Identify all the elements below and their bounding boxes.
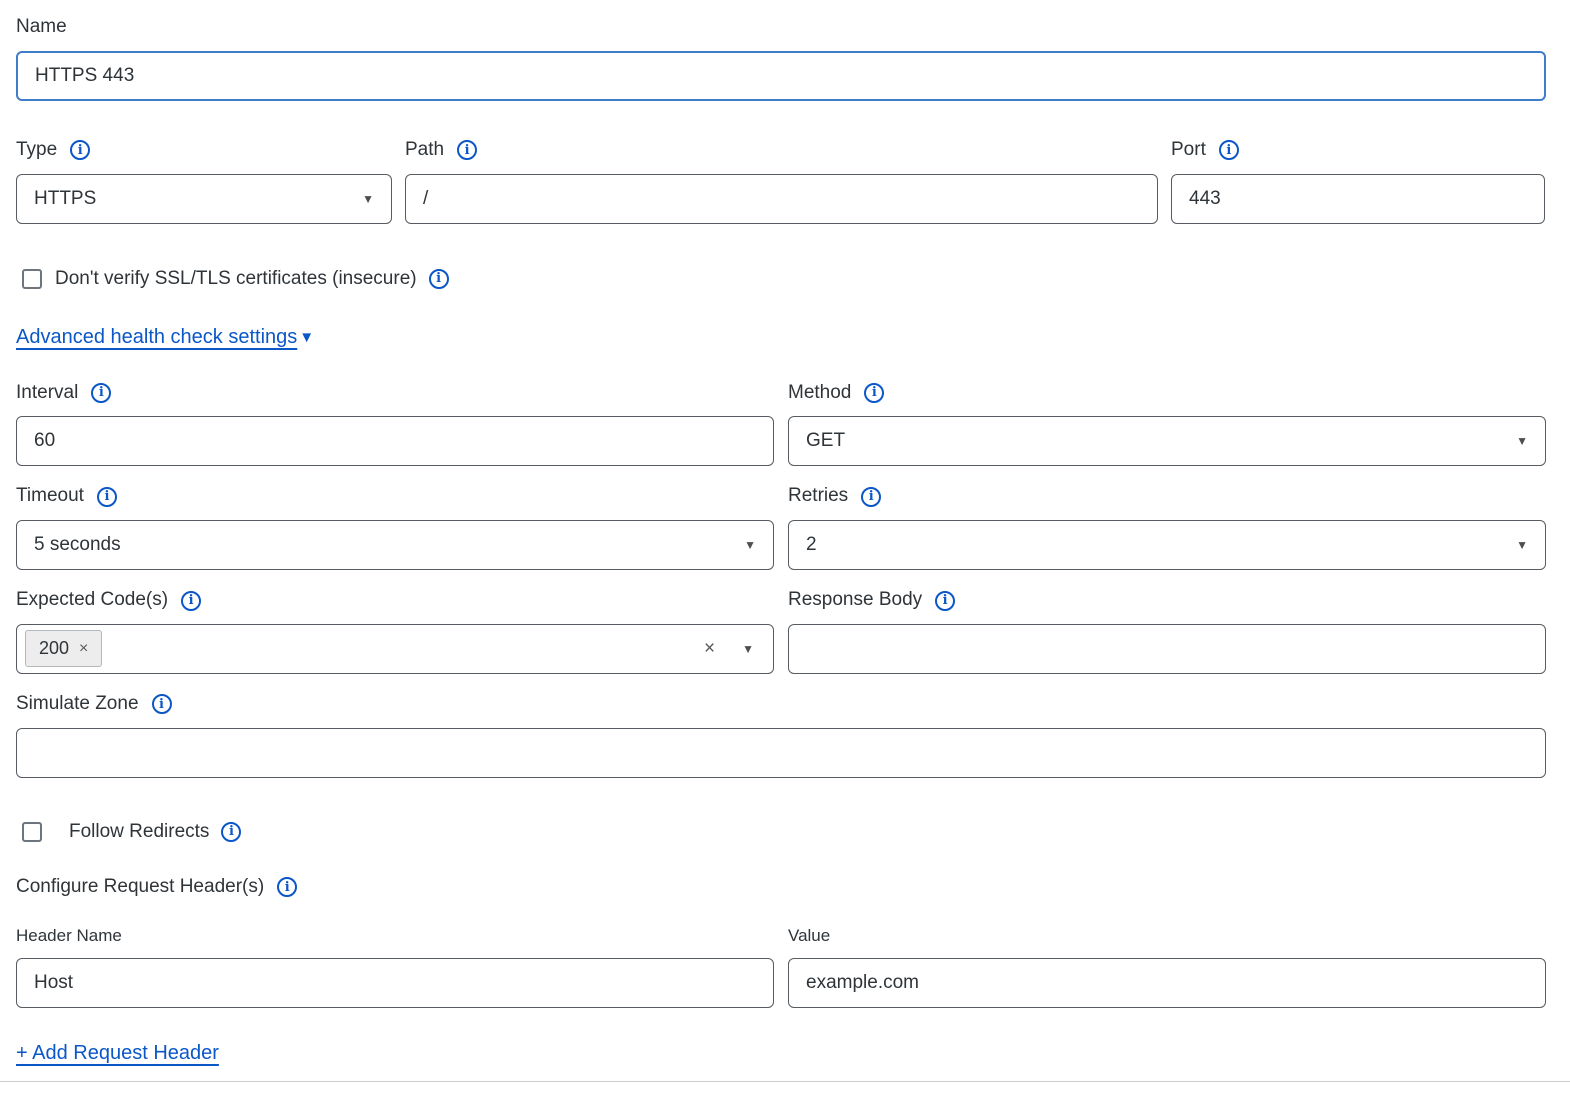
info-icon[interactable]: i (91, 383, 111, 403)
timeout-field: Timeout i 5 seconds ▼ (16, 485, 774, 570)
header-value-field: Value (788, 926, 1546, 1008)
port-input[interactable] (1171, 174, 1545, 224)
clear-all-icon[interactable]: × (704, 639, 715, 658)
timeout-label: Timeout (16, 485, 84, 508)
follow-redirects-label: Follow Redirects (69, 821, 209, 843)
expected-codes-label: Expected Code(s) (16, 589, 168, 612)
info-icon[interactable]: i (457, 140, 477, 160)
request-headers-heading: Configure Request Header(s) i (16, 876, 1546, 899)
retries-select-value: 2 (806, 534, 817, 556)
info-icon[interactable]: i (864, 383, 884, 403)
remove-code-icon[interactable]: × (79, 641, 88, 657)
info-icon[interactable]: i (935, 591, 955, 611)
method-label: Method (788, 382, 851, 405)
response-body-label: Response Body (788, 589, 922, 612)
add-request-header-link[interactable]: + Add Request Header (16, 1042, 219, 1065)
follow-redirects-checkbox[interactable] (22, 822, 42, 842)
advanced-settings-link[interactable]: Advanced health check settings ▼ (16, 326, 314, 349)
response-body-input[interactable] (788, 624, 1546, 674)
chevron-down-icon: ▼ (742, 643, 754, 655)
type-field: Type i HTTPS ▼ (16, 139, 392, 224)
follow-redirects-row: Follow Redirects i (16, 821, 1546, 843)
port-field: Port i (1171, 139, 1545, 224)
info-icon[interactable]: i (1219, 140, 1239, 160)
verify-ssl-row: Don't verify SSL/TLS certificates (insec… (16, 268, 1546, 290)
info-icon[interactable]: i (97, 487, 117, 507)
type-path-port-row: Type i HTTPS ▼ Path i Port i (16, 139, 1546, 224)
type-label: Type (16, 139, 57, 162)
simulate-zone-label: Simulate Zone (16, 693, 139, 716)
name-field: Name (16, 16, 1546, 101)
type-select-value: HTTPS (34, 188, 96, 210)
simulate-zone-field: Simulate Zone i (16, 693, 1546, 778)
interval-field: Interval i (16, 382, 774, 467)
info-icon[interactable]: i (181, 591, 201, 611)
info-icon[interactable]: i (861, 487, 881, 507)
retries-label: Retries (788, 485, 848, 508)
timeout-select[interactable]: 5 seconds ▼ (16, 520, 774, 570)
interval-method-row: Interval i Method i GET ▼ (16, 382, 1546, 467)
expected-codes-multiselect[interactable]: 200 × × ▼ (16, 624, 774, 674)
chevron-down-icon: ▼ (744, 539, 756, 551)
retries-field: Retries i 2 ▼ (788, 485, 1546, 570)
verify-ssl-label: Don't verify SSL/TLS certificates (insec… (55, 268, 417, 290)
method-select-value: GET (806, 430, 845, 452)
header-value-column-label: Value (788, 926, 830, 946)
health-check-form: Name Type i HTTPS ▼ Path i Port i (0, 0, 1570, 1082)
header-name-input[interactable] (16, 958, 774, 1008)
simulate-zone-input[interactable] (16, 728, 1546, 778)
info-icon[interactable]: i (277, 877, 297, 897)
chevron-down-icon: ▼ (1516, 539, 1528, 551)
chevron-down-icon: ▼ (1516, 435, 1528, 447)
path-label: Path (405, 139, 444, 162)
expected-codes-field: Expected Code(s) i 200 × × ▼ (16, 589, 774, 674)
interval-input[interactable] (16, 416, 774, 466)
path-field: Path i (405, 139, 1158, 224)
request-header-row: Header Name Value (16, 926, 1546, 1008)
add-request-header-link-text: + Add Request Header (16, 1042, 219, 1065)
info-icon[interactable]: i (70, 140, 90, 160)
triangle-down-icon: ▼ (299, 330, 314, 345)
chevron-down-icon: ▼ (362, 193, 374, 205)
code-chip: 200 × (25, 630, 102, 667)
name-label: Name (16, 16, 67, 39)
verify-ssl-checkbox[interactable] (22, 269, 42, 289)
header-value-input[interactable] (788, 958, 1546, 1008)
name-input[interactable] (16, 51, 1546, 101)
advanced-settings-link-text: Advanced health check settings (16, 326, 297, 349)
info-icon[interactable]: i (221, 822, 241, 842)
method-select[interactable]: GET ▼ (788, 416, 1546, 466)
info-icon[interactable]: i (152, 694, 172, 714)
timeout-retries-row: Timeout i 5 seconds ▼ Retries i 2 ▼ (16, 485, 1546, 570)
add-header-row: + Add Request Header (16, 1042, 1546, 1065)
header-name-field: Header Name (16, 926, 774, 1008)
advanced-link-row: Advanced health check settings ▼ (16, 326, 1546, 349)
timeout-select-value: 5 seconds (34, 534, 121, 556)
retries-select[interactable]: 2 ▼ (788, 520, 1546, 570)
interval-label: Interval (16, 382, 78, 405)
codes-responsebody-row: Expected Code(s) i 200 × × ▼ Response Bo… (16, 589, 1546, 674)
response-body-field: Response Body i (788, 589, 1546, 674)
port-label: Port (1171, 139, 1206, 162)
request-headers-label: Configure Request Header(s) (16, 876, 264, 899)
path-input[interactable] (405, 174, 1158, 224)
info-icon[interactable]: i (429, 269, 449, 289)
header-name-column-label: Header Name (16, 926, 122, 946)
section-divider (0, 1081, 1570, 1082)
method-field: Method i GET ▼ (788, 382, 1546, 467)
type-select[interactable]: HTTPS ▼ (16, 174, 392, 224)
code-chip-value: 200 (39, 638, 69, 659)
